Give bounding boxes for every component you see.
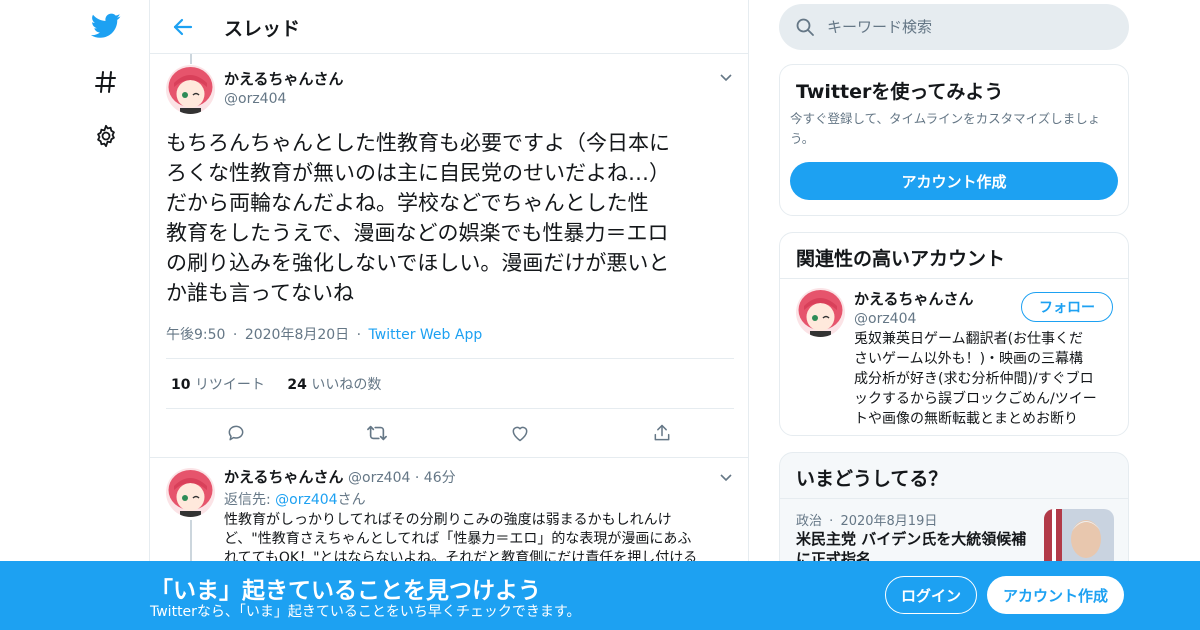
author-name[interactable]: かえるちゃんさん xyxy=(224,68,344,89)
trends-card-title: いまどうしてる？ xyxy=(796,468,948,490)
author-handle[interactable]: @orz404 xyxy=(348,470,410,486)
reply-tweet[interactable]: かえるちゃんさん @orz404 · 46分 返信先: @orz404さん 性教… xyxy=(224,466,734,568)
reply-icon[interactable] xyxy=(225,422,247,444)
author-name[interactable]: かえるちゃんさん xyxy=(854,288,974,309)
create-account-button[interactable]: アカウント作成 xyxy=(790,162,1118,200)
hashtag-icon[interactable] xyxy=(84,60,128,104)
signup-card-desc: 今すぐ登録して、タイムラインをカスタマイズしましょう。 xyxy=(790,111,1101,146)
related-account[interactable]: かえるちゃんさん @orz404 xyxy=(854,288,974,327)
tweet-text-line: だから両輪なんだよね。学校などでちゃんとした性 xyxy=(166,191,649,215)
follow-button[interactable]: フォロー xyxy=(1021,292,1113,322)
chevron-down-icon[interactable] xyxy=(716,68,736,88)
signup-card-title: Twitterを使ってみよう xyxy=(796,81,1004,103)
bio-line: ックするから誤ブロックごめん/ツイー xyxy=(854,391,1097,407)
signup-card: Twitterを使ってみよう 今すぐ登録して、タイムラインをカスタマイズしましょ… xyxy=(779,64,1129,216)
related-card-title: 関連性の高いアカウント xyxy=(796,248,1006,270)
divider xyxy=(166,408,734,409)
replying-to: 返信先: @orz404さん xyxy=(224,492,366,508)
divider xyxy=(150,457,748,458)
left-nav xyxy=(80,0,130,630)
banner-create-account-button[interactable]: アカウント作成 xyxy=(987,576,1124,614)
like-icon[interactable] xyxy=(509,422,531,444)
divider xyxy=(780,278,1128,279)
like-stat[interactable]: 24 いいねの数 xyxy=(287,377,381,393)
author-handle[interactable]: @orz404 xyxy=(224,91,344,107)
signup-banner: 「いま」起きていることを見つけよう Twitterなら、「いま」起きていることを… xyxy=(0,561,1200,630)
retweet-stat[interactable]: 10 リツイート xyxy=(171,377,265,393)
tweet-date[interactable]: 2020年8月20日 xyxy=(245,327,349,343)
tweet-text-line: 教育をしたうえで、漫画などの娯楽でも性暴力＝エロ xyxy=(166,221,669,245)
tweet-source[interactable]: Twitter Web App xyxy=(369,327,483,343)
tweet-text-line: ろくな性教育が無いのは主に自民党のせいだよね…） xyxy=(166,161,670,185)
search-input[interactable] xyxy=(827,4,1117,50)
trend-headline-line: 米民主党 バイデン氏を大統領候補 xyxy=(796,530,1027,548)
bio-line: 成分析が好き(求む分析仲間)/すぐブロ xyxy=(854,371,1094,387)
tweet-author: かえるちゃんさん @orz404 xyxy=(224,68,344,107)
banner-title: 「いま」起きていることを見つけよう xyxy=(150,578,541,604)
thread-connector-line xyxy=(190,54,192,64)
banner-subtitle: Twitterなら、「いま」起きていることをいち早くチェックできます。 xyxy=(150,604,581,620)
tweet-text: もちろんちゃんとした性教育も必要ですよ（今日本に ろくな性教育が無いのは主に自民… xyxy=(166,128,736,308)
author-name[interactable]: かえるちゃんさん xyxy=(224,468,344,486)
page-title: スレッド xyxy=(224,18,301,40)
main-column: スレッド かえるちゃんさん @orz404 もちろんちゃんとした性教育も必要です… xyxy=(149,0,749,630)
search-icon xyxy=(795,17,815,41)
tweet-time[interactable]: 午後9:50 xyxy=(166,327,225,343)
tweet-text-line: もちろんちゃんとした性教育も必要ですよ（今日本に xyxy=(166,131,670,155)
replying-to-handle[interactable]: @orz404 xyxy=(275,492,337,508)
search-box xyxy=(779,4,1129,50)
divider xyxy=(780,498,1128,499)
share-icon[interactable] xyxy=(651,422,673,444)
trend-date: 2020年8月19日 xyxy=(840,514,938,529)
divider xyxy=(166,358,734,359)
reply-age[interactable]: 46分 xyxy=(424,470,456,486)
author-handle[interactable]: @orz404 xyxy=(854,311,974,327)
twitter-logo-icon[interactable] xyxy=(84,4,128,48)
login-button[interactable]: ログイン xyxy=(885,576,977,614)
related-accounts-card: 関連性の高いアカウント かえるちゃんさん @orz404 フォロー 兎奴兼英日ゲ… xyxy=(779,232,1129,436)
trend-category: 政治 xyxy=(796,514,823,529)
avatar[interactable] xyxy=(796,288,845,337)
tweet-meta: 午後9:50 · 2020年8月20日 · Twitter Web App xyxy=(166,327,483,343)
tweet-text-line: か誰も言ってないね xyxy=(166,281,354,305)
bio-line: さいゲーム以外も！)・映画の三幕構 xyxy=(854,351,1084,367)
reply-text-line: ど、"性教育さえちゃんとしてれば「性暴力＝エロ」的な表現が漫画にあふ xyxy=(224,531,692,547)
reply-text-line: 性教育がしっかりしてればその分刷りこみの強度は弱まるかもしれんけ xyxy=(224,512,672,528)
avatar[interactable] xyxy=(166,65,215,114)
avatar[interactable] xyxy=(166,468,215,517)
tweet-text-line: の刷り込みを強化しないでほしい。漫画だけが悪いと xyxy=(166,251,670,275)
trend-meta: 政治 · 2020年8月19日 xyxy=(796,514,938,529)
bio-line: トや画像の無断転載とまとめお断り xyxy=(854,411,1078,427)
reply-text: 性教育がしっかりしてればその分刷りこみの強度は弱まるかもしれんけ ど、"性教育さ… xyxy=(224,511,734,568)
tweet-stats: 10 リツイート 24 いいねの数 xyxy=(171,374,381,394)
gear-icon[interactable] xyxy=(84,114,128,158)
thread-header: スレッド xyxy=(150,0,748,54)
retweet-icon[interactable] xyxy=(366,422,388,444)
bio-line: 兎奴兼英日ゲーム翻訳者(お仕事くだ xyxy=(854,331,1084,347)
back-arrow-icon[interactable] xyxy=(166,10,200,44)
thread-connector-line xyxy=(190,520,192,565)
related-account-bio: 兎奴兼英日ゲーム翻訳者(お仕事くだ さいゲーム以外も！)・映画の三幕構 成分析が… xyxy=(854,329,1120,429)
